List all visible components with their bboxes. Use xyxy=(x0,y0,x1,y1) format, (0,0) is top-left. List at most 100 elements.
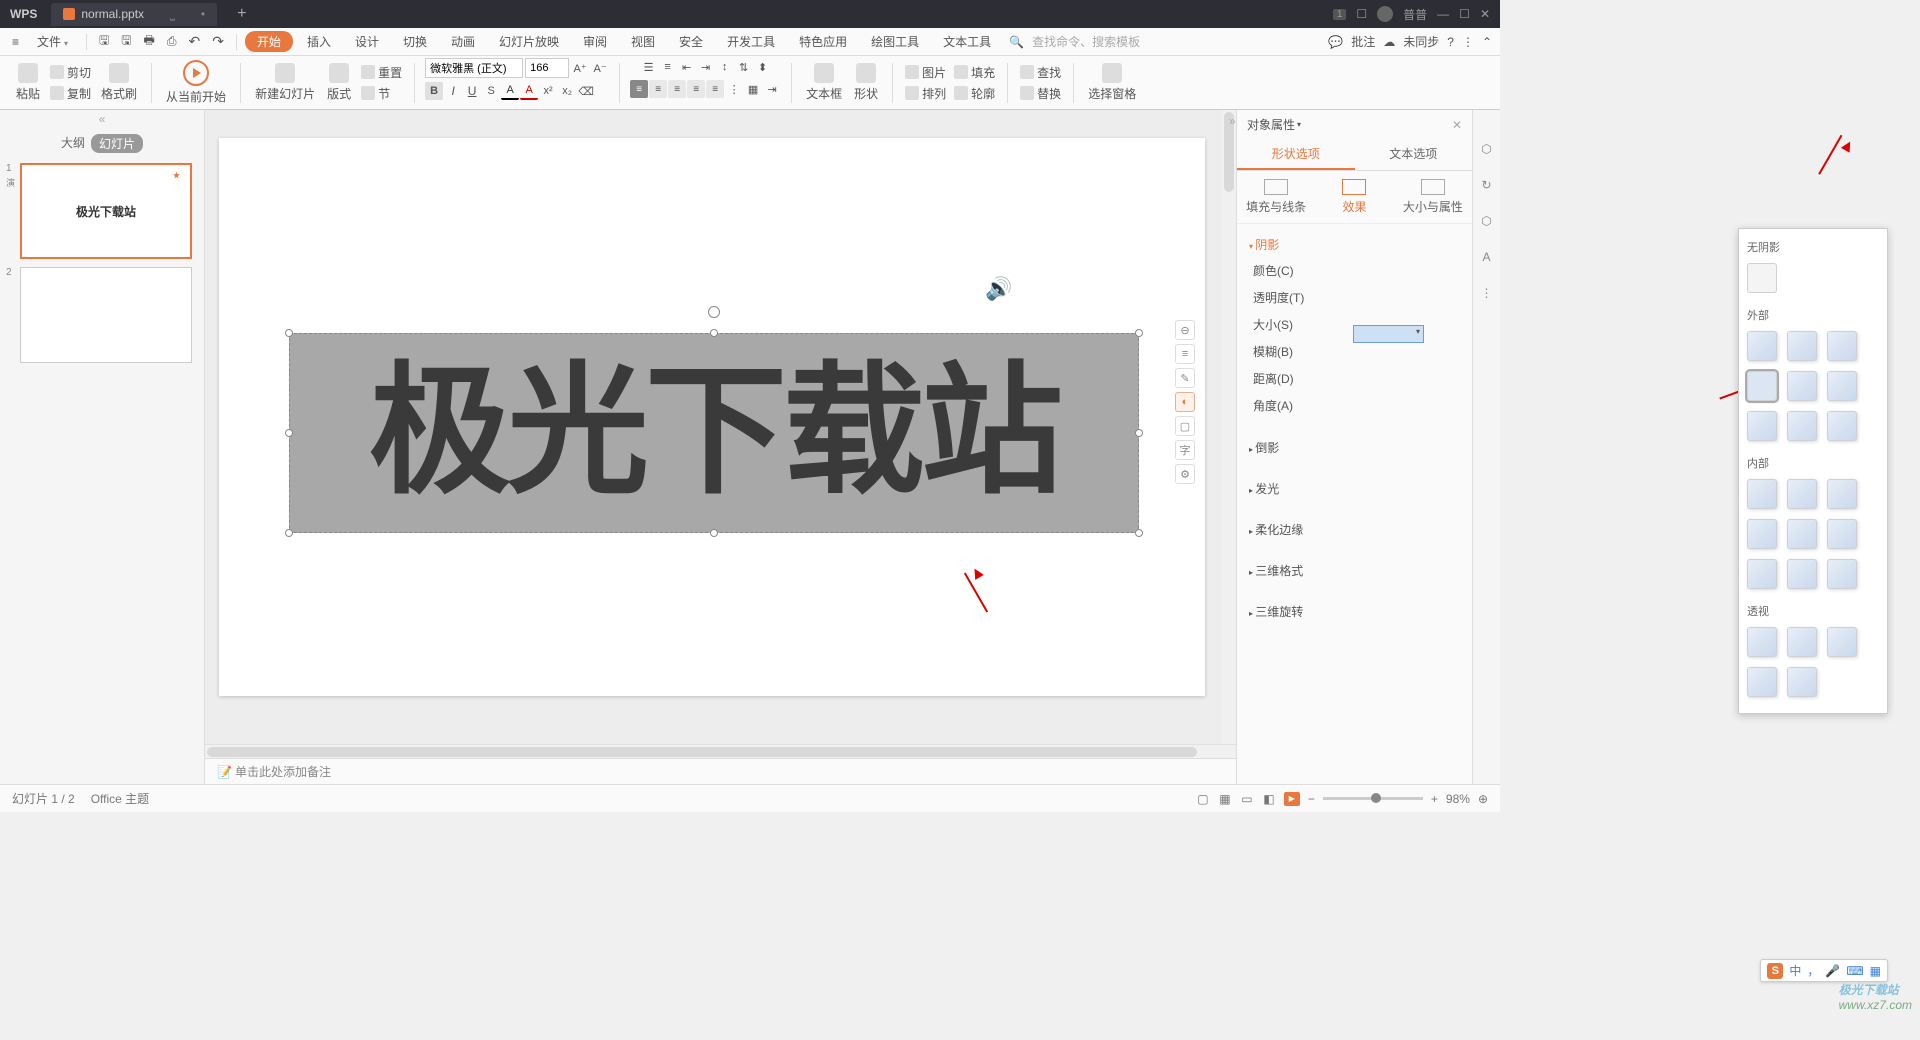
3d-rotate-section-title[interactable]: 三维旋转 xyxy=(1249,599,1460,624)
bullets-button[interactable]: ☰ xyxy=(640,58,658,76)
outline-tab[interactable]: 大纲 xyxy=(61,134,85,153)
effect-subtab[interactable]: 效果 xyxy=(1315,171,1393,223)
shadow-persp-3[interactable] xyxy=(1827,627,1857,657)
ime-keyboard-icon[interactable]: ⌨ xyxy=(1846,964,1863,978)
ime-toolbar[interactable]: S 中 ， 🎤 ⌨ ▦ xyxy=(1760,959,1888,982)
slide-canvas[interactable]: 极光下载站 xyxy=(219,138,1205,696)
shadow-persp-4[interactable] xyxy=(1747,667,1777,697)
ribbon-tab-transition[interactable]: 切换 xyxy=(393,31,437,52)
comment-icon[interactable]: 💬 xyxy=(1328,35,1343,49)
ribbon-tab-animation[interactable]: 动画 xyxy=(441,31,485,52)
bookmark-icon[interactable]: ☐ xyxy=(1356,7,1367,21)
shadow-preset-dropdown[interactable] xyxy=(1353,325,1424,343)
hamburger-icon[interactable]: ≡ xyxy=(8,33,23,51)
glow-section-title[interactable]: 发光 xyxy=(1249,476,1460,501)
shadow-inner-9[interactable] xyxy=(1827,559,1857,589)
rotate-handle[interactable] xyxy=(708,306,720,318)
resize-handle-bm[interactable] xyxy=(710,529,718,537)
picture-button[interactable]: 图片 xyxy=(903,63,948,82)
highlight-button[interactable]: A xyxy=(520,82,538,100)
align-right-button[interactable]: ≡ xyxy=(668,80,686,98)
align-text-button[interactable]: ⬍ xyxy=(754,58,772,76)
maximize-button[interactable]: ☐ xyxy=(1459,7,1470,21)
play-from-current-button[interactable]: 从当前开始 xyxy=(162,60,230,105)
ribbon-tab-view[interactable]: 视图 xyxy=(621,31,665,52)
shape-button[interactable]: 形状 xyxy=(850,63,882,102)
select-pane-button[interactable]: 选择窗格 xyxy=(1084,63,1140,102)
columns-button[interactable]: ▦ xyxy=(744,80,762,98)
shadow-outer-8[interactable] xyxy=(1787,411,1817,441)
shadow-inner-3[interactable] xyxy=(1827,479,1857,509)
line-spacing-button[interactable]: ↕ xyxy=(716,58,734,76)
copy-button[interactable]: 复制 xyxy=(48,84,93,103)
shadow-inner-5[interactable] xyxy=(1787,519,1817,549)
horizontal-scrollbar[interactable] xyxy=(205,744,1236,758)
resize-handle-mr[interactable] xyxy=(1135,429,1143,437)
resize-handle-br[interactable] xyxy=(1135,529,1143,537)
align-distribute-button[interactable]: ≡ xyxy=(706,80,724,98)
slide-thumbnail-1[interactable]: 极光下载站 ★ xyxy=(20,163,192,259)
document-tab[interactable]: normal.pptx ⎵ • xyxy=(51,3,217,26)
collapse-ribbon-icon[interactable]: ⌃ xyxy=(1482,35,1492,49)
align-justify-button[interactable]: ≡ xyxy=(687,80,705,98)
strike-button[interactable]: S xyxy=(482,82,500,100)
ribbon-tab-review[interactable]: 审阅 xyxy=(573,31,617,52)
ime-punct-icon[interactable]: ， xyxy=(1807,962,1819,979)
float-ai-icon[interactable]: ⚙ xyxy=(1175,464,1195,484)
format-painter-button[interactable]: 格式刷 xyxy=(97,63,141,102)
new-tab-button[interactable]: + xyxy=(237,5,246,23)
float-layers-icon[interactable]: ≡ xyxy=(1175,344,1195,364)
notification-badge[interactable]: 1 xyxy=(1333,9,1347,20)
shadow-outer-5[interactable] xyxy=(1787,371,1817,401)
side-tool-1[interactable]: ⬡ xyxy=(1478,140,1496,158)
reflection-section-title[interactable]: 倒影 xyxy=(1249,435,1460,460)
outline-button[interactable]: 轮廓 xyxy=(952,84,997,103)
shadow-inner-4[interactable] xyxy=(1747,519,1777,549)
subscript-button[interactable]: x₂ xyxy=(558,82,576,100)
align-center-button[interactable]: ≡ xyxy=(649,80,667,98)
shadow-persp-2[interactable] xyxy=(1787,627,1817,657)
find-button[interactable]: 查找 xyxy=(1018,63,1063,82)
shadow-section-title[interactable]: 阴影 xyxy=(1249,232,1460,257)
ribbon-tab-security[interactable]: 安全 xyxy=(669,31,713,52)
indent-button[interactable]: ⇥ xyxy=(763,80,781,98)
float-frame-icon[interactable]: ▢ xyxy=(1175,416,1195,436)
shadow-outer-3[interactable] xyxy=(1827,331,1857,361)
fill-button[interactable]: 填充 xyxy=(952,63,997,82)
comment-label[interactable]: 批注 xyxy=(1351,33,1375,50)
align-left-button[interactable]: ≡ xyxy=(630,80,648,98)
side-tool-4[interactable]: A xyxy=(1478,248,1496,266)
font-color-button[interactable]: A xyxy=(501,82,519,100)
file-menu[interactable]: 文件 xyxy=(27,31,78,52)
bold-button[interactable]: B xyxy=(425,82,443,100)
italic-button[interactable]: I xyxy=(444,82,462,100)
fit-button[interactable]: ⊕ xyxy=(1478,792,1488,806)
print-icon[interactable]: 🖶 xyxy=(140,29,159,54)
side-tool-2[interactable]: ↻ xyxy=(1478,176,1496,194)
tab-indicator[interactable]: ⎵ xyxy=(170,7,175,22)
view-notes-button[interactable]: ◧ xyxy=(1262,792,1276,806)
ribbon-tab-design[interactable]: 设计 xyxy=(345,31,389,52)
float-pen-icon[interactable]: ✎ xyxy=(1175,368,1195,388)
print-preview-icon[interactable]: ⎙ xyxy=(163,32,181,51)
shape-options-tab[interactable]: 形状选项 xyxy=(1237,139,1355,170)
shadow-inner-1[interactable] xyxy=(1747,479,1777,509)
slides-tab[interactable]: 幻灯片 xyxy=(91,134,143,153)
shadow-inner-8[interactable] xyxy=(1787,559,1817,589)
soft-edges-section-title[interactable]: 柔化边缘 xyxy=(1249,517,1460,542)
view-reading-button[interactable]: ▭ xyxy=(1240,792,1254,806)
float-collapse-icon[interactable]: ⊖ xyxy=(1175,320,1195,340)
resize-handle-tr[interactable] xyxy=(1135,329,1143,337)
shadow-inner-6[interactable] xyxy=(1827,519,1857,549)
prop-collapse-button[interactable]: » xyxy=(1227,112,1238,130)
shadow-persp-5[interactable] xyxy=(1787,667,1817,697)
resize-handle-bl[interactable] xyxy=(285,529,293,537)
textbox-button[interactable]: 文本框 xyxy=(802,63,846,102)
shadow-outer-4-selected[interactable] xyxy=(1747,371,1777,401)
reset-button[interactable]: 重置 xyxy=(359,63,404,82)
search-icon[interactable]: 🔍 xyxy=(1005,33,1028,51)
view-normal-button[interactable]: ▢ xyxy=(1196,792,1210,806)
search-placeholder[interactable]: 查找命令、搜索模板 xyxy=(1032,33,1140,50)
superscript-button[interactable]: x² xyxy=(539,82,557,100)
ribbon-tab-slideshow[interactable]: 幻灯片放映 xyxy=(489,31,569,52)
